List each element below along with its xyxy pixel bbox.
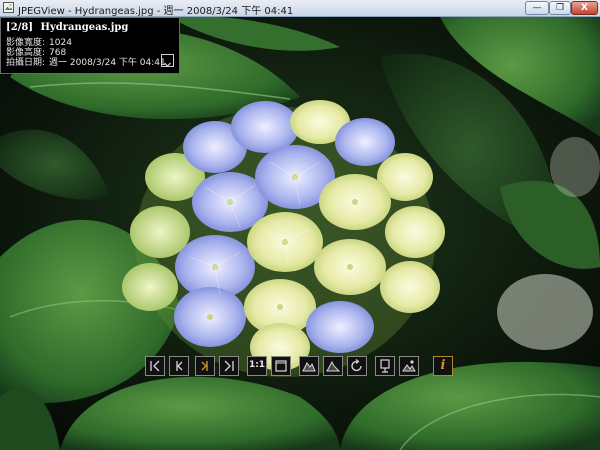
rotate-button[interactable] [347,356,367,376]
minimize-button[interactable]: — [525,1,549,15]
restore-icon: ❐ [555,3,565,13]
contrast-icon [326,360,341,372]
levels-icon [302,362,316,372]
info-label: 拍攝日期: [6,58,46,68]
info-value: 768 [49,48,67,58]
actual-size-button[interactable]: 1:1 [247,356,267,376]
info-label: 影像高度: [6,48,46,58]
last-image-button[interactable] [219,356,239,376]
previous-image-icon [176,361,183,371]
contrast-button[interactable] [323,356,343,376]
last-image-icon [224,360,234,372]
navigation-toolbar: 1:1 i [0,356,600,376]
image-info-panel: [2/8] Hydrangeas.jpg 影像寬度: 1024 影像高度: 768 … [0,17,180,74]
landscape-enhance-icon [402,360,416,372]
info-icon: i [440,358,446,373]
window-title: JPEGView - Hydrangeas.jpg - 週一 2008/3/24… [18,6,294,17]
close-icon: X [581,3,588,13]
previous-image-button[interactable] [169,356,189,376]
info-row-height: 影像高度: 768 [6,48,66,58]
info-row-width: 影像寬度: 1024 [6,38,72,48]
keep-params-button[interactable] [375,356,395,376]
next-image-icon [201,361,208,371]
keep-params-icon [380,359,390,373]
info-value: 1024 [49,38,72,48]
info-value: 週一 2008/3/24 下午 04:41 [49,58,166,68]
chevron-down-icon [164,62,171,67]
info-row-date: 拍攝日期: 週一 2008/3/24 下午 04:41 [6,58,166,68]
info-label: 影像寬度: [6,38,46,48]
maximize-button[interactable]: ❐ [549,1,571,15]
image-index: [2/8] [6,22,34,33]
landscape-enhance-button[interactable] [399,356,419,376]
next-image-button[interactable] [195,356,215,376]
levels-button[interactable] [299,356,319,376]
fit-to-window-icon [275,360,287,372]
minimize-icon: — [532,3,542,13]
image-filename: Hydrangeas.jpg [40,22,129,33]
close-button[interactable]: X [571,1,598,15]
info-title: [2/8] Hydrangeas.jpg [6,22,128,33]
info-toggle-button[interactable]: i [433,356,453,376]
rotate-icon [351,359,362,372]
app-icon [3,2,14,13]
first-image-button[interactable] [145,356,165,376]
hydrangea-photo[interactable] [0,17,600,450]
jpegview-window: JPEGView - Hydrangeas.jpg - 週一 2008/3/24… [0,0,600,450]
first-image-icon [150,360,160,372]
info-expand-button[interactable] [161,54,174,67]
actual-size-icon: 1:1 [248,360,266,370]
title-bar[interactable]: JPEGView - Hydrangeas.jpg - 週一 2008/3/24… [0,0,600,17]
fit-to-window-button[interactable] [271,356,291,376]
